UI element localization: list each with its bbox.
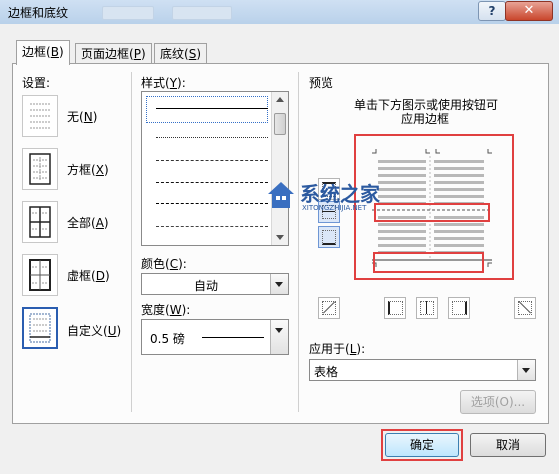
color-dropdown[interactable]: 自动 <box>141 273 289 295</box>
line-style-list[interactable] <box>141 91 289 246</box>
setting-custom-icon[interactable] <box>22 307 58 349</box>
background-window-fragment <box>172 6 232 20</box>
column-divider <box>298 72 299 412</box>
ok-button[interactable]: 确定 <box>385 433 459 457</box>
line-style-small-dash[interactable] <box>156 160 268 161</box>
preview-heading: 预览 <box>309 76 334 90</box>
watermark-text: 系统之家 <box>300 182 380 206</box>
line-style-solid[interactable] <box>156 108 268 109</box>
diagonal-down-border-button[interactable] <box>318 297 340 319</box>
line-style-dash-dot[interactable] <box>156 226 268 227</box>
cancel-button[interactable]: 取消 <box>470 433 546 457</box>
left-border-button[interactable] <box>384 297 406 319</box>
setting-none-label[interactable]: 无(N) <box>67 108 97 125</box>
width-dropdown[interactable]: 0.5 磅 <box>141 319 289 355</box>
chevron-down-icon[interactable] <box>517 360 535 380</box>
inside-vertical-border-button[interactable] <box>416 297 438 319</box>
width-label: 宽度(W): <box>141 303 191 317</box>
scroll-up-icon[interactable] <box>276 97 284 102</box>
line-style-dotted[interactable] <box>156 137 268 138</box>
diagonal-up-border-button[interactable] <box>514 297 536 319</box>
apply-to-dropdown[interactable]: 表格 <box>309 359 536 381</box>
setting-none-icon[interactable] <box>22 95 58 137</box>
width-sample-line <box>202 337 264 338</box>
setting-box-label[interactable]: 方框(X) <box>67 161 109 178</box>
options-button[interactable]: 选项(O)... <box>460 390 536 414</box>
borders-shading-dialog: 边框和底纹 ? ✕ 边框(B) 页面边框(P) 底纹(S) 设置: 无(N) 方… <box>0 0 559 474</box>
column-divider <box>131 72 132 412</box>
background-window-fragment <box>102 6 154 20</box>
chevron-down-icon[interactable] <box>270 320 288 354</box>
right-border-button[interactable] <box>448 297 470 319</box>
help-button[interactable]: ? <box>478 1 506 21</box>
setting-all-label[interactable]: 全部(A) <box>67 214 109 231</box>
tab-borders[interactable]: 边框(B) <box>16 40 70 65</box>
selected-style-focus <box>146 96 268 123</box>
color-label: 颜色(C): <box>141 257 187 271</box>
setting-box-icon[interactable] <box>22 148 58 190</box>
watermark-logo: 系统之家 XITONGZHIJIA.NET <box>266 176 426 216</box>
chevron-down-icon[interactable] <box>270 274 288 294</box>
style-heading: 样式(Y): <box>141 76 186 90</box>
title-bar: 边框和底纹 ? ✕ <box>0 0 559 24</box>
line-style-large-dash[interactable] <box>156 203 268 204</box>
close-button[interactable]: ✕ <box>505 1 553 21</box>
bottom-border-button[interactable] <box>318 226 340 248</box>
watermark-subtext: XITONGZHIJIA.NET <box>302 204 367 212</box>
line-style-medium-dash[interactable] <box>156 182 268 183</box>
setting-grid-icon[interactable] <box>22 254 58 296</box>
tab-page-border[interactable]: 页面边框(P) <box>75 43 152 64</box>
scroll-down-icon[interactable] <box>276 235 284 240</box>
settings-heading: 设置: <box>22 76 51 90</box>
preview-hint-line2: 应用边框 <box>401 112 450 126</box>
setting-custom-label[interactable]: 自定义(U) <box>67 322 121 339</box>
tab-shading[interactable]: 底纹(S) <box>154 43 208 64</box>
style-list-scrollbar[interactable] <box>271 92 288 245</box>
apply-to-label: 应用于(L): <box>309 342 366 356</box>
setting-all-icon[interactable] <box>22 201 58 243</box>
highlight-bottom-border <box>373 252 484 273</box>
dialog-title: 边框和底纹 <box>8 6 69 20</box>
setting-grid-label[interactable]: 虚框(D) <box>67 267 110 284</box>
scroll-thumb[interactable] <box>274 113 286 135</box>
